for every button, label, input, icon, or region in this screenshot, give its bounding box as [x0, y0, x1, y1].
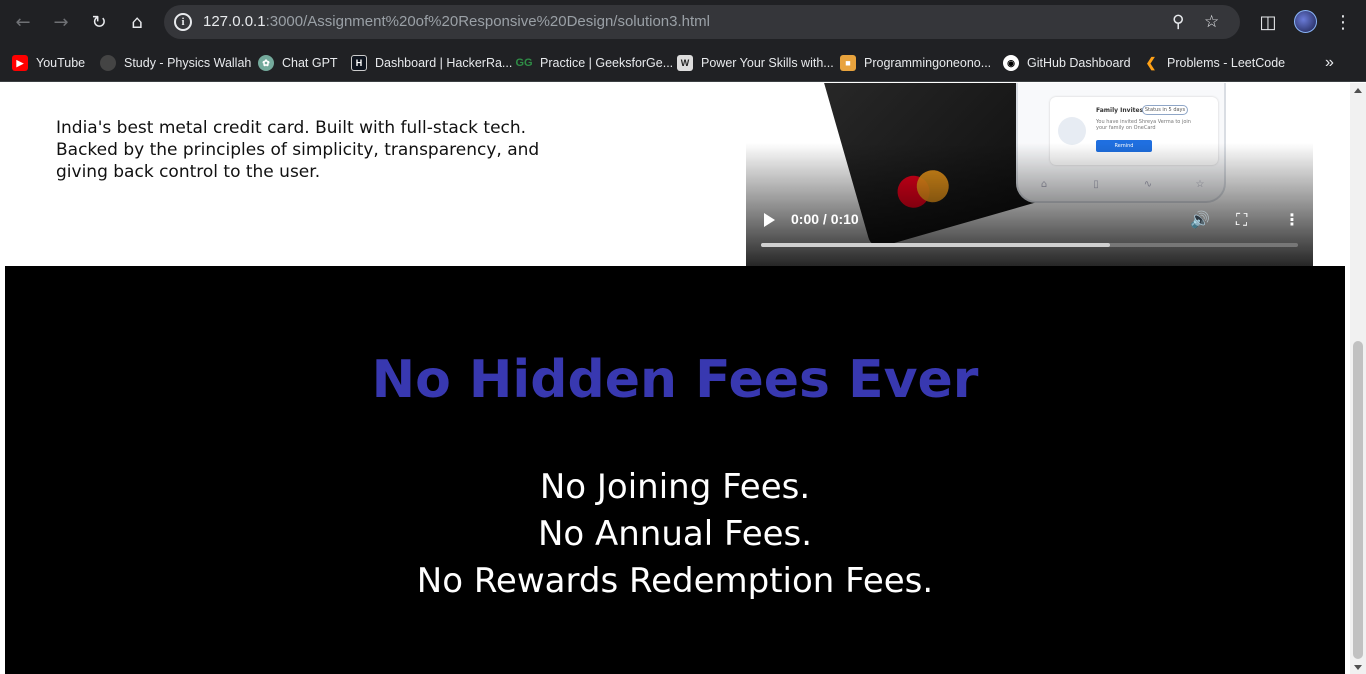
- bookmark-wordpress[interactable]: W Power Your Skills with...: [677, 54, 834, 72]
- page-viewport: India's best metal credit card. Built wi…: [0, 83, 1350, 674]
- back-icon[interactable]: ←: [9, 8, 37, 36]
- bookmark-label: Programmingoneono...: [864, 56, 992, 70]
- bookmarks-bar: ▶ YouTube Study - Physics Wallah ✿ Chat GP…: [0, 44, 1366, 82]
- menu-kebab-icon[interactable]: ⋮: [1329, 8, 1357, 36]
- address-bar[interactable]: i 127.0.0.1:3000/Assignment%20of%20Respo…: [164, 5, 1240, 39]
- scroll-thumb[interactable]: [1353, 341, 1363, 659]
- site-info-icon[interactable]: i: [174, 13, 192, 31]
- intro-text: India's best metal credit card. Built wi…: [56, 118, 540, 182]
- url-path: :3000/Assignment%20of%20Responsive%20Des…: [265, 13, 710, 30]
- bookmark-label: GitHub Dashboard: [1027, 56, 1131, 70]
- forward-icon[interactable]: →: [47, 8, 75, 36]
- video-progress-fill: [761, 243, 1111, 247]
- fees-section: No Hidden Fees Ever No Joining Fees. No …: [5, 266, 1345, 674]
- invite-status-pill: Status in 5 days: [1142, 105, 1188, 115]
- youtube-icon: ▶: [12, 55, 28, 71]
- video-controls-overlay: [746, 143, 1313, 266]
- video-progress-bar[interactable]: [761, 243, 1298, 247]
- fullscreen-icon[interactable]: ⛶: [1236, 210, 1247, 230]
- zoom-icon[interactable]: ⚲: [1172, 12, 1184, 32]
- wordpress-icon: W: [677, 55, 693, 71]
- bookmark-github[interactable]: ◉ GitHub Dashboard: [1003, 54, 1131, 72]
- bookmarks-overflow-icon[interactable]: »: [1325, 54, 1334, 72]
- url-text[interactable]: 127.0.0.1:3000/Assignment%20of%20Respons…: [203, 13, 710, 30]
- leetcode-icon: ❮: [1145, 55, 1157, 70]
- reload-icon[interactable]: ↻: [85, 8, 113, 36]
- bookmark-physics-wallah[interactable]: Study - Physics Wallah: [100, 54, 251, 72]
- fees-heading: No Hidden Fees Ever: [371, 350, 979, 410]
- bookmark-geeksforgeeks[interactable]: GG Practice | GeeksforGe...: [515, 54, 674, 72]
- bookmark-label: Problems - LeetCode: [1167, 56, 1286, 70]
- fees-line-joining: No Joining Fees.: [539, 467, 811, 507]
- geeksforgeeks-icon: GG: [515, 57, 533, 69]
- url-host: 127.0.0.1: [203, 13, 266, 30]
- hackerrank-icon: H: [351, 55, 367, 71]
- invite-avatar: [1058, 117, 1086, 145]
- profile-avatar[interactable]: [1294, 10, 1317, 33]
- page-scrollbar[interactable]: [1350, 83, 1366, 674]
- bookmark-label: Power Your Skills with...: [701, 56, 834, 70]
- bookmark-hackerrank[interactable]: H Dashboard | HackerRa...: [351, 54, 512, 72]
- video-time: 0:00 / 0:10: [791, 211, 859, 227]
- fees-line-annual: No Annual Fees.: [537, 514, 813, 554]
- bookmark-label: YouTube: [36, 56, 86, 70]
- bookmark-label: Study - Physics Wallah: [124, 56, 252, 70]
- video-menu-icon[interactable]: ⋮: [1284, 210, 1300, 229]
- volume-icon[interactable]: 🔊: [1190, 210, 1210, 229]
- play-icon[interactable]: [764, 213, 775, 227]
- bookmark-youtube[interactable]: ▶ YouTube: [12, 54, 85, 72]
- home-icon[interactable]: ⌂: [123, 8, 151, 36]
- physics-wallah-icon: [100, 55, 116, 71]
- programming-icon: ■: [840, 55, 856, 71]
- bookmark-leetcode[interactable]: ❮ Problems - LeetCode: [1143, 54, 1286, 72]
- scroll-down-arrow-icon[interactable]: [1354, 665, 1362, 670]
- invite-text: You have invited Shreya Verma to join yo…: [1096, 119, 1191, 131]
- bookmark-label: Dashboard | HackerRa...: [375, 56, 513, 70]
- browser-toolbar: ← → ↻ ⌂ i 127.0.0.1:3000/Assignment%20of…: [0, 0, 1366, 44]
- github-icon: ◉: [1003, 55, 1019, 71]
- bookmark-label: Practice | GeeksforGe...: [540, 56, 674, 70]
- invite-title: Family Invites: [1096, 107, 1144, 114]
- bookmark-star-icon[interactable]: ☆: [1204, 12, 1219, 32]
- fees-line-redemption: No Rewards Redemption Fees.: [416, 561, 934, 601]
- bookmark-programming[interactable]: ■ Programmingoneono...: [840, 54, 991, 72]
- side-panel-icon[interactable]: ◫: [1254, 8, 1282, 36]
- promo-video[interactable]: one Family Invites Status in 5 days You …: [746, 83, 1313, 266]
- bookmark-chatgpt[interactable]: ✿ Chat GPT: [258, 54, 338, 72]
- chatgpt-icon: ✿: [258, 55, 274, 71]
- bookmark-label: Chat GPT: [282, 56, 338, 70]
- scroll-up-arrow-icon[interactable]: [1354, 88, 1362, 93]
